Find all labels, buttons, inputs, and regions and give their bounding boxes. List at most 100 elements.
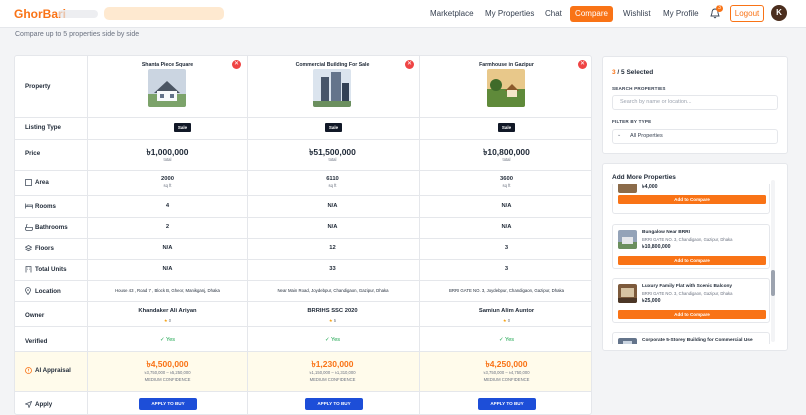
- units-1: N/A: [162, 266, 173, 272]
- add-to-compare-button[interactable]: Add to Compare: [618, 195, 766, 204]
- list-item: Bungalow Near BRRI BRRI GATE NO. 3, Chan…: [612, 224, 770, 269]
- property-name-2[interactable]: Commercial Building For Sale: [255, 62, 410, 68]
- label-floors: Floors: [35, 245, 54, 252]
- list-item-title: Corporate 5-Storey Building for Commerci…: [642, 338, 753, 343]
- col-divider: [419, 56, 420, 414]
- add-more-panel: Add More Properties ৳4,000 Add to Compar…: [602, 163, 788, 351]
- add-to-compare-button[interactable]: Add to Compare: [618, 310, 766, 319]
- nav-compare[interactable]: Compare: [570, 6, 613, 22]
- label-owner: Owner: [25, 312, 45, 319]
- confidence-2: MEDIUM CONFIDENCE: [309, 377, 356, 382]
- verified-1: ✓ Yes: [90, 337, 245, 343]
- label-property: Property: [25, 83, 51, 90]
- price-sub-2: total: [328, 157, 337, 162]
- floors-2: 12: [329, 245, 336, 251]
- check-circle-icon: ✓: [324, 337, 330, 343]
- units-2: 33: [329, 266, 336, 272]
- nav-my-properties[interactable]: My Properties: [485, 9, 534, 18]
- row-divider: [15, 326, 591, 327]
- list-item-address: BRRI GATE NO. 3, Chandigaon, Gazipur, Dh…: [642, 291, 733, 296]
- appraisal-range-1: ৳3,750,000 – ৳5,250,000: [144, 370, 191, 375]
- owner-3[interactable]: Samiun Alim Auntor: [429, 308, 584, 314]
- star-icon: ★: [328, 318, 333, 323]
- confidence-3: MEDIUM CONFIDENCE: [483, 377, 530, 382]
- star-icon: ★: [502, 318, 507, 323]
- nav-wishlist[interactable]: Wishlist: [623, 9, 651, 18]
- location-1: House 43 , Road 7 , Block B, Gheor, Mani…: [115, 288, 220, 293]
- row-divider: [15, 351, 591, 352]
- listing-badge-3: Sale: [498, 123, 515, 132]
- add-to-compare-button[interactable]: Add to Compare: [618, 256, 766, 265]
- property-thumbnail-1[interactable]: [148, 69, 186, 107]
- list-item: Luxury Family Flat with Scenic Balcony B…: [612, 278, 770, 323]
- list-item-thumbnail: [618, 184, 637, 193]
- layers-icon: [25, 245, 32, 252]
- scrollbar-track[interactable]: [771, 180, 775, 342]
- star-icon: ★: [163, 318, 168, 323]
- verified-3: ✓ Yes: [429, 337, 584, 343]
- row-divider: [15, 139, 591, 140]
- apply-to-buy-button-1[interactable]: APPLY TO BUY: [139, 398, 197, 410]
- rating-value-2: 5: [333, 318, 337, 323]
- page-subtitle: Compare up to 5 properties side by side: [15, 31, 140, 38]
- remove-property-1-icon[interactable]: ✕: [232, 60, 241, 69]
- filter-label: FILTER BY TYPE: [612, 119, 652, 124]
- bathrooms-3: N/A: [501, 224, 512, 230]
- bathrooms-2: N/A: [327, 224, 338, 230]
- label-location: Location: [35, 288, 61, 295]
- blurred-nav-banner: [104, 7, 224, 20]
- col-divider: [247, 56, 248, 414]
- type-filter-select[interactable]: All Properties: [612, 129, 778, 144]
- list-item-address: BRRI GATE NO. 3, Chandigaon, Gazipur, Dh…: [642, 237, 733, 242]
- list-item-price: ৳10,800,000: [642, 244, 671, 250]
- avatar[interactable]: K: [771, 5, 787, 21]
- property-thumbnail-3[interactable]: [487, 69, 525, 107]
- verified-value-2: Yes: [331, 337, 341, 343]
- nav-my-profile[interactable]: My Profile: [663, 9, 699, 18]
- property-thumbnail-2[interactable]: [313, 69, 351, 107]
- row-divider: [15, 238, 591, 239]
- area-unit-1: sq ft: [163, 183, 172, 188]
- send-icon: [25, 401, 32, 408]
- owner-rating-3: ★ 0: [429, 318, 584, 323]
- check-circle-icon: ✓: [159, 337, 165, 343]
- logout-button[interactable]: Logout: [730, 5, 764, 22]
- scrollbar-thumb[interactable]: [771, 270, 775, 296]
- search-input[interactable]: Search by name or location...: [612, 95, 778, 110]
- confidence-1: MEDIUM CONFIDENCE: [144, 377, 191, 382]
- verified-value-1: Yes: [166, 337, 176, 343]
- row-divider: [15, 170, 591, 171]
- nav-marketplace[interactable]: Marketplace: [430, 9, 474, 18]
- owner-2[interactable]: BRRIHS SSC 2020: [255, 308, 410, 314]
- row-divider: [15, 217, 591, 218]
- search-label: SEARCH PROPERTIES: [612, 86, 666, 91]
- list-item: ৳4,000 Add to Compare: [612, 184, 770, 214]
- apply-to-buy-button-2[interactable]: APPLY TO BUY: [305, 398, 363, 410]
- property-suggestion-list[interactable]: ৳4,000 Add to Compare Bungalow Near BRRI…: [612, 184, 772, 344]
- row-divider: [15, 391, 591, 392]
- owner-1[interactable]: Khandaker Ali Ariyan: [90, 308, 245, 314]
- area-3: 3600: [500, 176, 513, 182]
- col-divider: [87, 56, 88, 414]
- appraisal-range-2: ৳1,150,000 – ৳1,310,000: [309, 370, 356, 375]
- verified-value-3: Yes: [505, 337, 515, 343]
- area-icon: [25, 179, 32, 186]
- list-item-price: ৳4,000: [642, 184, 658, 190]
- remove-property-2-icon[interactable]: ✕: [405, 60, 414, 69]
- apply-to-buy-button-3[interactable]: APPLY TO BUY: [478, 398, 536, 410]
- area-unit-2: sq ft: [328, 183, 337, 188]
- property-name-1[interactable]: Shanta Piece Square: [90, 62, 245, 68]
- list-item-thumbnail: [618, 284, 637, 303]
- list-item-title: Bungalow Near BRRI: [642, 230, 690, 235]
- listing-badge-2: Sale: [325, 123, 342, 132]
- list-item: Corporate 5-Storey Building for Commerci…: [612, 332, 770, 344]
- remove-property-3-icon[interactable]: ✕: [578, 60, 587, 69]
- label-ai-appraisal: AI Appraisal: [35, 367, 71, 374]
- appraisal-range-3: ৳3,750,000 – ৳4,750,000: [483, 370, 530, 375]
- property-name-3[interactable]: Farmhouse in Gazipur: [429, 62, 584, 68]
- label-bathrooms: Bathrooms: [35, 224, 68, 231]
- list-item-thumbnail: [618, 230, 637, 249]
- bed-icon: [25, 203, 33, 209]
- nav-chat[interactable]: Chat: [545, 9, 562, 18]
- ai-appraisal-icon: [25, 367, 32, 374]
